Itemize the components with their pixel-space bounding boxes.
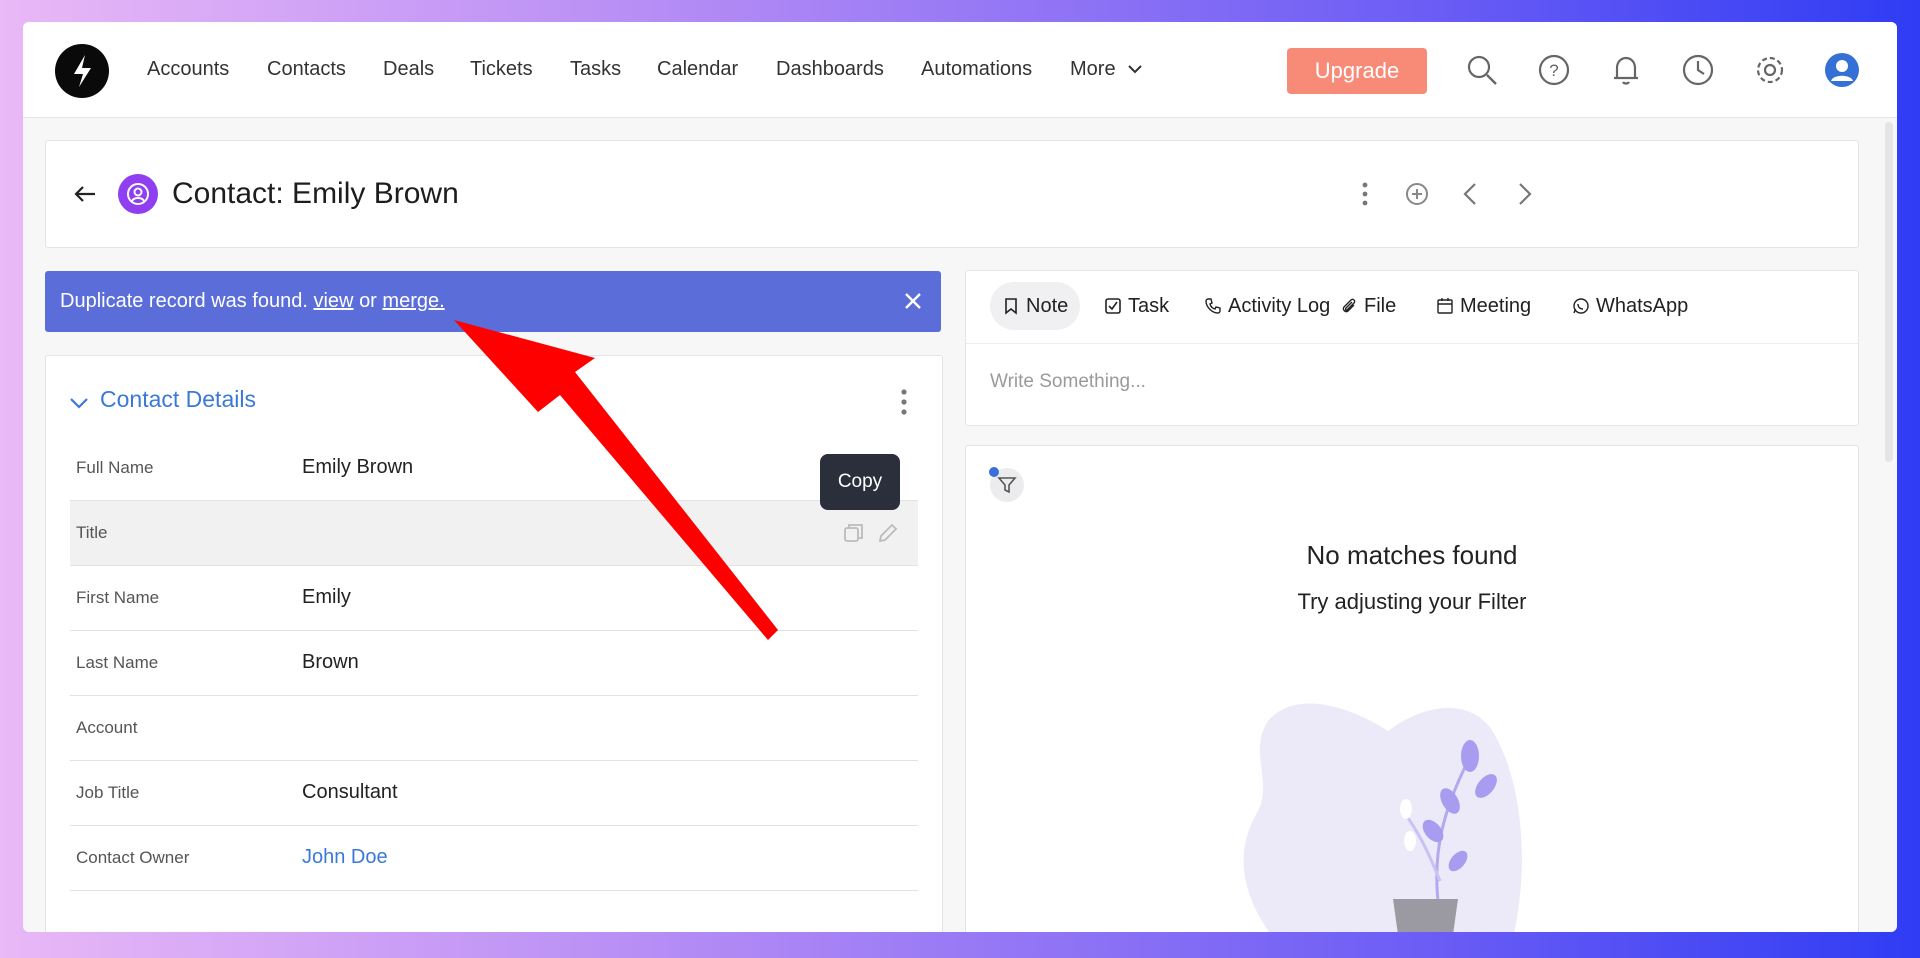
annotation-arrow [454,320,778,640]
record-header: Contact: Emily Brown [45,140,1859,248]
nav-tasks[interactable]: Tasks [570,58,621,81]
nav-tickets[interactable]: Tickets [470,58,533,81]
upgrade-button[interactable]: Upgrade [1287,48,1427,94]
plant-illustration [1243,703,1522,932]
nav-accounts[interactable]: Accounts [147,58,229,81]
field-value: Emily [302,586,351,608]
tab-activity-log[interactable]: Activity Log [1192,282,1342,330]
field-label: Account [76,718,138,737]
gear-icon[interactable] [1752,52,1788,88]
nav-dashboards[interactable]: Dashboards [776,58,884,81]
field-job-title[interactable]: Job Title Consultant [70,761,918,826]
pencil-icon[interactable] [876,521,900,545]
row-actions [838,519,908,547]
app-logo[interactable] [55,44,109,98]
empty-state-subtitle: Try adjusting your Filter [1297,589,1527,614]
checkbox-icon [1105,298,1121,314]
tab-label: Task [1128,294,1170,317]
nav-calendar[interactable]: Calendar [657,58,738,81]
tab-label: File [1364,294,1397,317]
bell-icon[interactable] [1608,52,1644,88]
next-record-icon[interactable] [1509,179,1539,209]
tab-label: Activity Log [1228,294,1331,317]
bookmark-icon [1005,298,1017,315]
merge-duplicate-link[interactable]: merge. [382,290,444,312]
paperclip-icon [1342,298,1356,313]
nav-deals[interactable]: Deals [383,58,434,81]
field-label: Job Title [76,783,140,802]
nav-contacts[interactable]: Contacts [267,58,346,81]
duplicate-message: Duplicate record was found. view or merg… [60,290,445,313]
nav-automations[interactable]: Automations [921,58,1032,81]
kebab-menu-icon[interactable] [1350,179,1380,209]
filter-active-dot [989,467,999,477]
composer-tabs: Note Task Activity Log File Meeting What… [966,271,1858,344]
contact-type-icon [118,174,158,214]
note-input[interactable]: Write Something... [990,371,1146,393]
copy-tooltip: Copy [820,454,900,510]
tab-label: Note [1026,294,1069,317]
back-arrow-icon[interactable] [72,181,98,207]
field-label: Title [76,523,108,542]
chevron-down-icon [70,398,88,409]
nav-more[interactable]: More [1070,58,1143,81]
top-navigation: Accounts Contacts Deals Tickets Tasks Ca… [23,22,1897,118]
tab-note[interactable]: Note [990,282,1081,330]
page-title: Contact: Emily Brown [172,177,459,210]
previous-record-icon[interactable] [1456,179,1486,209]
field-label: Contact Owner [76,848,190,867]
field-contact-owner[interactable]: Contact Owner John Doe [70,826,918,891]
field-label: Full Name [76,458,154,477]
field-value: Consultant [302,781,398,803]
page-scrollbar[interactable] [1885,122,1893,462]
field-value: Emily Brown [302,456,414,478]
nav-more-label: More [1070,58,1116,80]
view-duplicate-link[interactable]: view [313,290,353,312]
field-value: Brown [302,651,359,673]
app-window: Accounts Contacts Deals Tickets Tasks Ca… [23,22,1897,932]
or-text: or [359,290,377,312]
empty-state-title: No matches found [1306,540,1518,570]
phone-icon [1205,298,1221,314]
tab-label: WhatsApp [1596,294,1689,317]
chevron-down-icon [1128,65,1142,74]
calendar-icon [1437,298,1453,314]
help-icon[interactable]: ? [1536,52,1572,88]
tab-task[interactable]: Task [1092,282,1181,330]
section-menu-icon[interactable] [900,388,908,416]
logo-icon [74,55,91,87]
whatsapp-icon [1573,298,1589,314]
user-avatar-icon[interactable] [1824,52,1860,88]
field-label: Last Name [76,653,159,672]
field-label: First Name [76,588,160,607]
filter-icon [997,477,1017,494]
filter-button[interactable] [989,467,1024,502]
tab-label: Meeting [1460,294,1532,317]
tab-file[interactable]: File [1328,282,1408,330]
contact-owner-link[interactable]: John Doe [302,846,388,869]
section-title: Contact Details [100,386,256,412]
svg-text:?: ? [1549,61,1558,80]
duplicate-text: Duplicate record was found. [60,290,308,312]
clock-icon[interactable] [1680,52,1716,88]
add-circle-icon[interactable] [1402,179,1432,209]
search-icon[interactable] [1464,52,1500,88]
tab-whatsapp[interactable]: WhatsApp [1560,282,1700,330]
field-account[interactable]: Account [70,696,918,761]
tab-meeting[interactable]: Meeting [1424,282,1543,330]
copy-icon[interactable] [842,521,866,545]
activity-timeline: No matches found Try adjusting your Filt… [965,445,1859,932]
activity-composer: Note Task Activity Log File Meeting What… [965,270,1859,426]
close-icon[interactable] [901,289,925,313]
